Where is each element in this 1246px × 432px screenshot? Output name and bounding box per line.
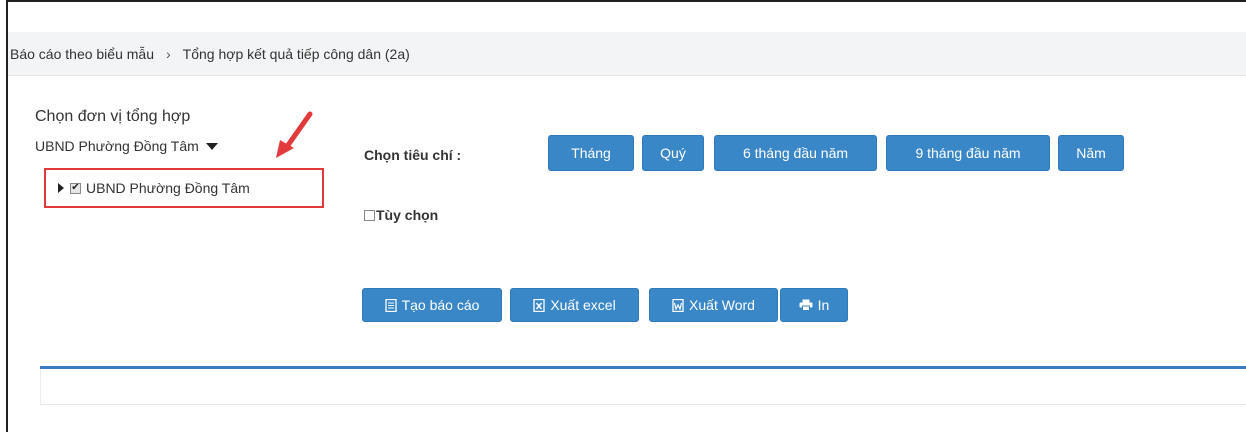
breadcrumb-current: Tổng hợp kết quả tiếp công dân (2a) — [182, 45, 410, 62]
criteria-quarter-button[interactable]: Quý — [642, 135, 704, 171]
printer-icon — [799, 299, 813, 311]
unit-dropdown-value: UBND Phường Đồng Tâm — [35, 138, 199, 154]
unit-tree-item: ✔ UBND Phường Đồng Tâm — [44, 168, 324, 208]
print-button[interactable]: In — [780, 288, 848, 322]
custom-option-checkbox[interactable] — [364, 209, 375, 221]
export-word-label: Xuất Word — [689, 297, 755, 313]
expand-toggle-icon[interactable] — [58, 183, 64, 193]
export-excel-button[interactable]: Xuất excel — [510, 288, 639, 322]
unit-section-title: Chọn đơn vị tổng hợp — [35, 108, 191, 125]
excel-file-icon — [533, 298, 545, 312]
criteria-year-button[interactable]: Năm — [1058, 135, 1124, 171]
breadcrumb-parent-link[interactable]: Báo cáo theo biểu mẫu — [10, 46, 154, 62]
document-icon — [384, 298, 397, 312]
app-frame: Báo cáo theo biểu mẫu › Tổng hợp kết quả… — [6, 0, 1246, 432]
unit-tree-label[interactable]: UBND Phường Đồng Tâm — [86, 180, 250, 196]
custom-option[interactable]: Tùy chọn — [364, 207, 438, 223]
custom-option-label: Tùy chọn — [376, 207, 439, 223]
breadcrumb: Báo cáo theo biểu mẫu › Tổng hợp kết quả… — [8, 32, 1246, 76]
export-excel-label: Xuất excel — [550, 297, 616, 313]
print-label: In — [817, 297, 830, 313]
create-report-label: Tạo báo cáo — [401, 297, 480, 313]
export-word-button[interactable]: Xuất Word — [649, 288, 778, 322]
unit-dropdown[interactable]: UBND Phường Đồng Tâm — [35, 138, 218, 154]
report-result-panel — [40, 369, 1246, 405]
unit-checkbox[interactable]: ✔ — [70, 182, 81, 194]
annotation-arrow-icon — [276, 111, 313, 158]
criteria-month-button[interactable]: Tháng — [548, 135, 634, 171]
criteria-9-months-button[interactable]: 9 tháng đầu năm — [886, 135, 1050, 171]
criteria-6-months-button[interactable]: 6 tháng đầu năm — [714, 135, 877, 171]
caret-down-icon — [205, 142, 218, 150]
breadcrumb-separator: › — [166, 45, 171, 62]
create-report-button[interactable]: Tạo báo cáo — [362, 288, 502, 322]
criteria-label: Chọn tiêu chí : — [364, 147, 462, 163]
word-file-icon — [672, 298, 684, 312]
